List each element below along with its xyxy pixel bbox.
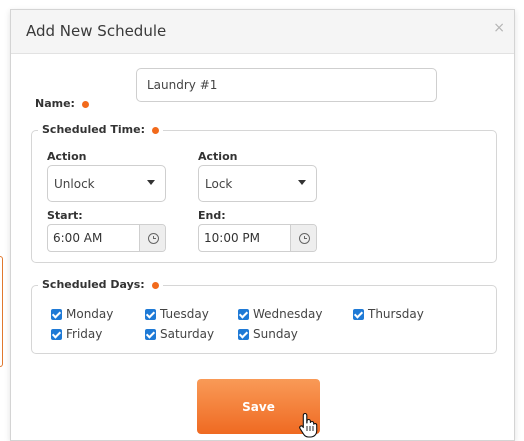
add-schedule-dialog: Add New Schedule × Name: Scheduled Time:… — [10, 9, 515, 441]
required-dot-icon — [81, 100, 89, 108]
dialog-header: Add New Schedule × — [11, 10, 514, 54]
dialog-title: Add New Schedule — [26, 22, 167, 40]
day-label: Tuesday — [160, 307, 209, 321]
start-time-label: Start: — [47, 209, 83, 222]
end-time-picker-button[interactable] — [290, 225, 316, 251]
day-checkbox-friday[interactable]: Friday — [51, 327, 102, 341]
close-icon[interactable]: × — [493, 21, 505, 35]
checkbox-checked-icon — [145, 328, 156, 340]
start-action-select[interactable]: Unlock — [47, 165, 166, 202]
day-label: Friday — [66, 327, 103, 341]
scheduled-time-legend-text: Scheduled Time: — [42, 123, 145, 136]
clock-icon — [299, 233, 310, 244]
day-label: Saturday — [160, 327, 215, 341]
end-action-label: Action — [198, 150, 238, 163]
start-time-input[interactable]: 6:00 AM — [47, 224, 166, 252]
end-time-input[interactable]: 10:00 PM — [198, 224, 317, 252]
start-action-label: Action — [47, 150, 87, 163]
day-checkbox-monday[interactable]: Monday — [51, 307, 113, 321]
day-checkbox-saturday[interactable]: Saturday — [145, 327, 214, 341]
name-label-text: Name: — [35, 97, 75, 110]
checkbox-checked-icon — [238, 308, 249, 320]
dropdown-caret-icon — [147, 180, 155, 185]
end-time-label: End: — [198, 209, 226, 222]
required-dot-icon — [151, 126, 159, 134]
checkbox-checked-icon — [51, 328, 62, 340]
end-action-value: Lock — [205, 177, 233, 191]
day-checkbox-wednesday[interactable]: Wednesday — [238, 307, 322, 321]
clock-icon — [148, 233, 159, 244]
end-time-value: 10:00 PM — [204, 231, 260, 245]
day-checkbox-thursday[interactable]: Thursday — [353, 307, 424, 321]
scheduled-days-legend-text: Scheduled Days: — [42, 278, 145, 291]
day-checkbox-sunday[interactable]: Sunday — [238, 327, 298, 341]
day-label: Monday — [66, 307, 114, 321]
page-edge-accent — [0, 256, 3, 367]
day-label: Wednesday — [253, 307, 323, 321]
day-label: Thursday — [368, 307, 424, 321]
checkbox-checked-icon — [353, 308, 364, 320]
checkbox-checked-icon — [51, 308, 62, 320]
dropdown-caret-icon — [298, 180, 306, 185]
scheduled-days-legend: Scheduled Days: — [38, 278, 163, 291]
start-time-value: 6:00 AM — [53, 231, 103, 245]
checkbox-checked-icon — [145, 308, 156, 320]
required-dot-icon — [151, 281, 159, 289]
day-checkbox-tuesday[interactable]: Tuesday — [145, 307, 209, 321]
scheduled-days-group: Scheduled Days: Monday Tuesday Wednesday… — [31, 278, 497, 354]
hand-pointer-icon — [299, 412, 318, 438]
checkbox-checked-icon — [238, 328, 249, 340]
start-time-picker-button[interactable] — [139, 225, 165, 251]
name-label: Name: — [35, 97, 89, 110]
start-action-value: Unlock — [54, 177, 95, 191]
day-label: Sunday — [253, 327, 298, 341]
scheduled-time-group: Scheduled Time: Action Unlock Action Loc… — [31, 123, 497, 263]
scheduled-time-legend: Scheduled Time: — [38, 123, 163, 136]
end-action-select[interactable]: Lock — [198, 165, 317, 202]
schedule-name-input[interactable] — [136, 68, 437, 102]
